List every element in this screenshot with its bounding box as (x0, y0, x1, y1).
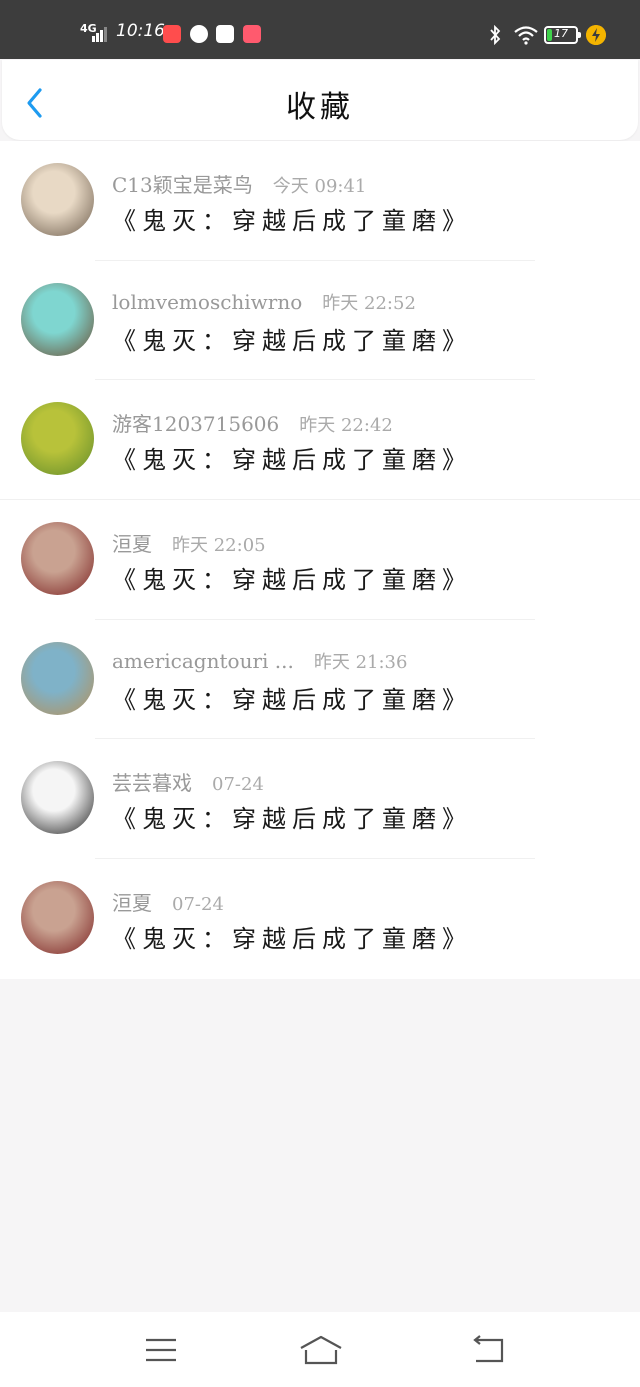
status-bar: 4G 10:16 17 (0, 0, 640, 59)
home-icon[interactable] (298, 1334, 344, 1366)
list-item[interactable]: americagntouri ... 昨天 21:36 《鬼灭：穿越后成了童磨》 (0, 620, 640, 740)
list-item[interactable]: lolmvemoschiwrno 昨天 22:52 《鬼灭：穿越后成了童磨》 (0, 261, 640, 381)
timestamp: 昨天 22:52 (322, 292, 416, 314)
notification-speed-icon (190, 25, 208, 43)
username: lolmvemoschiwrno (112, 289, 303, 314)
page-title: 收藏 (286, 90, 354, 125)
system-nav-bar (0, 1312, 640, 1387)
app-header: 收藏 (2, 60, 638, 140)
book-title[interactable]: 《鬼灭：穿越后成了童磨》 (112, 680, 472, 715)
notification-mail-icon (243, 25, 261, 43)
username: 洹夏 (112, 891, 152, 916)
notification-du-icon (216, 25, 234, 43)
avatar[interactable] (21, 881, 94, 955)
list-item[interactable]: 洹夏 07-24 《鬼灭：穿越后成了童磨》 (0, 859, 640, 979)
menu-icon[interactable] (141, 1334, 181, 1366)
list-item[interactable]: C13颖宝是菜鸟 今天 09:41 《鬼灭：穿越后成了童磨》 (0, 141, 640, 261)
back-icon[interactable] (469, 1334, 509, 1366)
timestamp: 昨天 21:36 (313, 651, 408, 673)
username: 游客1203715606 (112, 412, 280, 437)
item-meta: lolmvemoschiwrno 昨天 22:52 (112, 289, 416, 315)
list-item[interactable]: 游客1203715606 昨天 22:42 《鬼灭：穿越后成了童磨》 (0, 380, 640, 501)
battery-icon: 17 (544, 26, 581, 44)
timestamp: 昨天 22:42 (299, 415, 393, 437)
item-meta: 洹夏 昨天 22:05 (112, 528, 266, 557)
book-title[interactable]: 《鬼灭：穿越后成了童磨》 (112, 799, 472, 834)
item-meta: 游客1203715606 昨天 22:42 (112, 408, 393, 437)
book-title[interactable]: 《鬼灭：穿越后成了童磨》 (112, 201, 472, 236)
charging-icon (586, 25, 606, 45)
book-title[interactable]: 《鬼灭：穿越后成了童磨》 (112, 321, 472, 356)
avatar[interactable] (21, 641, 94, 715)
notification-app-icon (163, 25, 181, 43)
favorites-list: C13颖宝是菜鸟 今天 09:41 《鬼灭：穿越后成了童磨》 lolmvemosc… (0, 141, 640, 979)
avatar[interactable] (21, 163, 94, 236)
timestamp: 今天 09:41 (272, 176, 367, 197)
clock: 10:16 (116, 21, 165, 41)
item-meta: 洹夏 07-24 (112, 887, 224, 916)
book-title[interactable]: 《鬼灭：穿越后成了童磨》 (112, 560, 472, 595)
username: 芸芸暮戏 (112, 771, 192, 796)
book-title[interactable]: 《鬼灭：穿越后成了童磨》 (112, 919, 472, 954)
battery-level: 17 (554, 27, 568, 40)
list-item[interactable]: 芸芸暮戏 07-24 《鬼灭：穿越后成了童磨》 (0, 739, 640, 860)
username: C13颖宝是菜鸟 (112, 173, 253, 197)
item-meta: C13颖宝是菜鸟 今天 09:41 (112, 169, 366, 198)
bluetooth-icon (490, 25, 501, 45)
signal-icon (92, 27, 107, 42)
avatar[interactable] (21, 402, 94, 476)
book-title[interactable]: 《鬼灭：穿越后成了童磨》 (112, 440, 472, 475)
item-meta: americagntouri ... 昨天 21:36 (112, 648, 407, 674)
item-meta: 芸芸暮戏 07-24 (112, 767, 264, 796)
username: 洹夏 (112, 532, 152, 557)
avatar[interactable] (21, 282, 94, 356)
timestamp: 07-24 (172, 894, 224, 916)
avatar[interactable] (21, 761, 94, 835)
wifi-icon (514, 26, 538, 45)
list-item[interactable]: 洹夏 昨天 22:05 《鬼灭：穿越后成了童磨》 (0, 500, 640, 620)
avatar[interactable] (21, 522, 94, 596)
timestamp: 昨天 22:05 (172, 535, 266, 557)
timestamp: 07-24 (212, 774, 264, 796)
username: americagntouri ... (112, 648, 294, 673)
